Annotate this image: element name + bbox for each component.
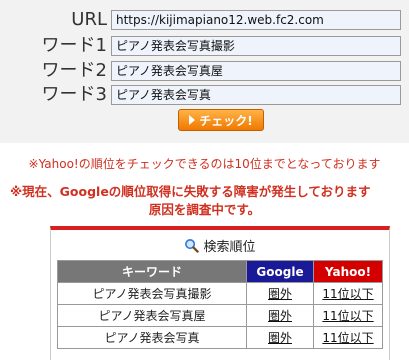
yahoo-rank-link[interactable]: 11位以下 <box>322 331 373 345</box>
play-arrow-icon <box>189 115 196 125</box>
google-rank-link[interactable]: 圏外 <box>268 287 292 301</box>
investigation-notice: 原因を調査中です。 <box>148 202 261 217</box>
yahoo-column-header: Yahoo! <box>313 260 383 283</box>
google-column-header: Google <box>246 260 314 283</box>
word3-field[interactable]: ピアノ発表会写真 <box>111 85 401 105</box>
keyword-cell: ピアノ発表会写真撮影 <box>57 282 247 305</box>
google-error-notice: ※現在、Googleの順位取得に失敗する障害が発生しております <box>10 184 371 199</box>
google-rank-link[interactable]: 圏外 <box>268 331 292 345</box>
ranking-title-text: 検索順位 <box>203 240 256 255</box>
url-field[interactable]: https://kijimapiano12.web.fc2.com <box>111 10 401 30</box>
ranking-table: キーワード Google Yahoo! ピアノ発表会写真撮影 圏外 11位以下 … <box>57 260 383 349</box>
ranking-title: 検索順位 <box>51 236 389 255</box>
rank-check-form: URL https://kijimapiano12.web.fc2.com ワー… <box>0 0 409 143</box>
yahoo-limit-notice: ※Yahoo!の順位をチェックできるのは10位までとなっております <box>28 157 381 171</box>
table-row: ピアノ発表会写真屋 圏外 11位以下 <box>57 304 383 327</box>
url-label: URL <box>71 9 107 30</box>
google-rank-cell: 圏外 <box>246 282 314 305</box>
word2-field[interactable]: ピアノ発表会写真屋 <box>111 61 401 81</box>
yahoo-rank-link[interactable]: 11位以下 <box>322 287 373 301</box>
check-button-label: チェック! <box>199 113 253 128</box>
word1-field[interactable]: ピアノ発表会写真撮影 <box>111 36 401 56</box>
yahoo-rank-cell: 11位以下 <box>313 304 383 327</box>
google-rank-link[interactable]: 圏外 <box>268 309 292 323</box>
table-row: ピアノ発表会写真 圏外 11位以下 <box>57 326 383 349</box>
yahoo-rank-cell: 11位以下 <box>313 282 383 305</box>
yahoo-rank-link[interactable]: 11位以下 <box>322 309 373 323</box>
keyword-cell: ピアノ発表会写真 <box>57 326 247 349</box>
search-ranking-panel: 検索順位 キーワード Google Yahoo! ピアノ発表会写真撮影 圏外 1… <box>50 226 390 360</box>
word1-label: ワード1 <box>41 35 107 56</box>
check-button[interactable]: チェック! <box>178 109 264 131</box>
ranking-header-row: キーワード Google Yahoo! <box>57 260 383 283</box>
google-rank-cell: 圏外 <box>246 304 314 327</box>
yahoo-rank-cell: 11位以下 <box>313 326 383 349</box>
magnifier-icon <box>185 239 200 253</box>
keyword-column-header: キーワード <box>57 260 247 283</box>
keyword-cell: ピアノ発表会写真屋 <box>57 304 247 327</box>
word2-label: ワード2 <box>41 60 107 81</box>
table-row: ピアノ発表会写真撮影 圏外 11位以下 <box>57 282 383 305</box>
google-rank-cell: 圏外 <box>246 326 314 349</box>
word3-label: ワード3 <box>41 84 107 105</box>
